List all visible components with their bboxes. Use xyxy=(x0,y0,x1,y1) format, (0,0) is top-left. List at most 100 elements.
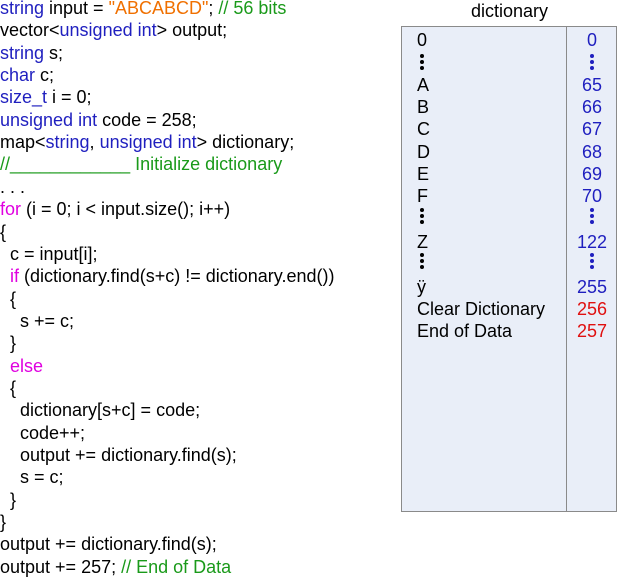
code-token: vector< xyxy=(0,20,60,41)
dictionary-code: 256 xyxy=(576,299,608,319)
ellipsis-marker xyxy=(590,253,594,271)
code-token: > output; xyxy=(156,20,228,41)
code-token: if xyxy=(10,266,20,287)
code-token: output += dictionary.find(s); xyxy=(0,445,237,465)
code-token: output += dictionary.find(s); xyxy=(0,534,217,555)
code-token: { xyxy=(0,288,17,309)
code-line: output += dictionary.find(s); xyxy=(0,533,217,555)
code-token: c = input[i]; xyxy=(0,243,98,264)
code-token: { xyxy=(0,221,7,242)
dictionary-key: A xyxy=(417,75,430,95)
code-line: { xyxy=(0,288,16,310)
code-line: else xyxy=(0,355,43,377)
code-line: dictionary[s+c] = code; xyxy=(0,399,200,421)
code-line: map<string, unsigned int> dictionary; xyxy=(0,131,294,153)
code-token: string xyxy=(0,0,45,18)
ellipsis-marker xyxy=(590,208,594,226)
dictionary-code: 255 xyxy=(576,277,608,297)
dictionary-key: ÿ xyxy=(417,277,426,297)
code-line: string input = "ABCABCD"; // 56 bits xyxy=(0,0,286,19)
code-line: unsigned int code = 258; xyxy=(0,109,197,131)
code-token: unsigned int xyxy=(59,20,157,41)
code-line: size_t i = 0; xyxy=(0,86,92,108)
dictionary-code: 70 xyxy=(581,186,603,206)
code-token: code = 258; xyxy=(97,109,197,130)
code-line: //____________ Initialize dictionary xyxy=(0,153,282,175)
code-line: output += 257; // End of Data xyxy=(0,556,231,578)
code-token: // End of Data xyxy=(121,556,232,577)
code-token: unsigned int xyxy=(0,109,98,130)
code-token: s += c; xyxy=(0,310,75,331)
code-token: (dictionary.find(s+c) != dictionary.end(… xyxy=(19,266,335,287)
code-line: { xyxy=(0,377,16,399)
code-token: ; xyxy=(208,0,219,18)
code-line: char c; xyxy=(0,64,54,86)
code-token: input = xyxy=(44,0,109,18)
code-line: c = input[i]; xyxy=(0,243,98,265)
code-line: } xyxy=(0,489,16,511)
dictionary-key: C xyxy=(417,119,430,139)
ellipsis-marker xyxy=(590,54,594,72)
code-line: s += c; xyxy=(0,310,74,332)
code-token: > dictionary; xyxy=(196,132,295,153)
code-line: string s; xyxy=(0,42,63,64)
code-token: // 56 bits xyxy=(218,0,287,18)
dictionary-code: 257 xyxy=(576,321,608,341)
code-token: } xyxy=(0,489,17,510)
ellipsis-marker xyxy=(420,208,424,226)
code-line: vector<unsigned int> output; xyxy=(0,19,227,41)
code-token: i = 0; xyxy=(47,87,92,108)
dictionary-key: Z xyxy=(417,232,428,252)
dictionary-key: B xyxy=(417,97,430,117)
code-token: else xyxy=(10,355,44,376)
dictionary-key: End of Data xyxy=(417,321,513,341)
ellipsis-marker xyxy=(420,253,424,271)
code-token: s; xyxy=(44,42,64,63)
dictionary-key: E xyxy=(417,164,430,184)
code-token: } xyxy=(0,512,7,533)
dictionary-key: F xyxy=(417,186,428,206)
code-token: output += 257; xyxy=(0,556,122,577)
code-token: s = c; xyxy=(0,467,64,488)
code-line: code++; xyxy=(0,422,85,444)
dictionary-key: D xyxy=(417,142,430,162)
code-token: size_t xyxy=(0,87,48,108)
code-token: string xyxy=(45,132,90,153)
code-token: . . . xyxy=(0,176,26,197)
code-token: c; xyxy=(35,65,55,86)
code-line: s = c; xyxy=(0,466,64,488)
code-token: char xyxy=(0,65,36,86)
code-line: { xyxy=(0,221,6,243)
code-token: { xyxy=(0,377,17,398)
dictionary-key: Clear Dictionary xyxy=(417,299,546,319)
code-token: string xyxy=(0,42,45,63)
code-line: if (dictionary.find(s+c) != dictionary.e… xyxy=(0,265,334,287)
dictionary-code: 122 xyxy=(576,232,608,252)
dictionary-code: 65 xyxy=(581,75,603,95)
code-line: for (i = 0; i < input.size(); i++) xyxy=(0,198,230,220)
code-token: "ABCABCD" xyxy=(108,0,209,18)
code-line: output += dictionary.find(s); xyxy=(0,444,237,466)
dictionary-code: 68 xyxy=(581,142,603,162)
code-token: , xyxy=(89,132,100,153)
dictionary-code: 0 xyxy=(586,30,597,50)
ellipsis-marker xyxy=(420,54,424,72)
dictionary-title: dictionary xyxy=(470,1,549,21)
code-token: dictionary[s+c] = code; xyxy=(0,400,201,421)
code-line: . . . xyxy=(0,176,25,198)
code-token: //____________ Initialize dictionary xyxy=(0,154,283,175)
dictionary-key: 0 xyxy=(417,30,428,50)
dictionary-code: 67 xyxy=(581,119,603,139)
code-token: (i = 0; i < input.size(); i++) xyxy=(21,199,231,220)
code-token: map< xyxy=(0,132,46,153)
code-token: for xyxy=(0,199,22,220)
dictionary-code: 69 xyxy=(581,164,603,184)
code-line: } xyxy=(0,511,6,533)
code-token: } xyxy=(0,333,17,354)
code-line: } xyxy=(0,332,16,354)
dictionary-code: 66 xyxy=(581,97,603,117)
code-token: unsigned int xyxy=(99,132,197,153)
code-token: code++; xyxy=(0,422,86,443)
